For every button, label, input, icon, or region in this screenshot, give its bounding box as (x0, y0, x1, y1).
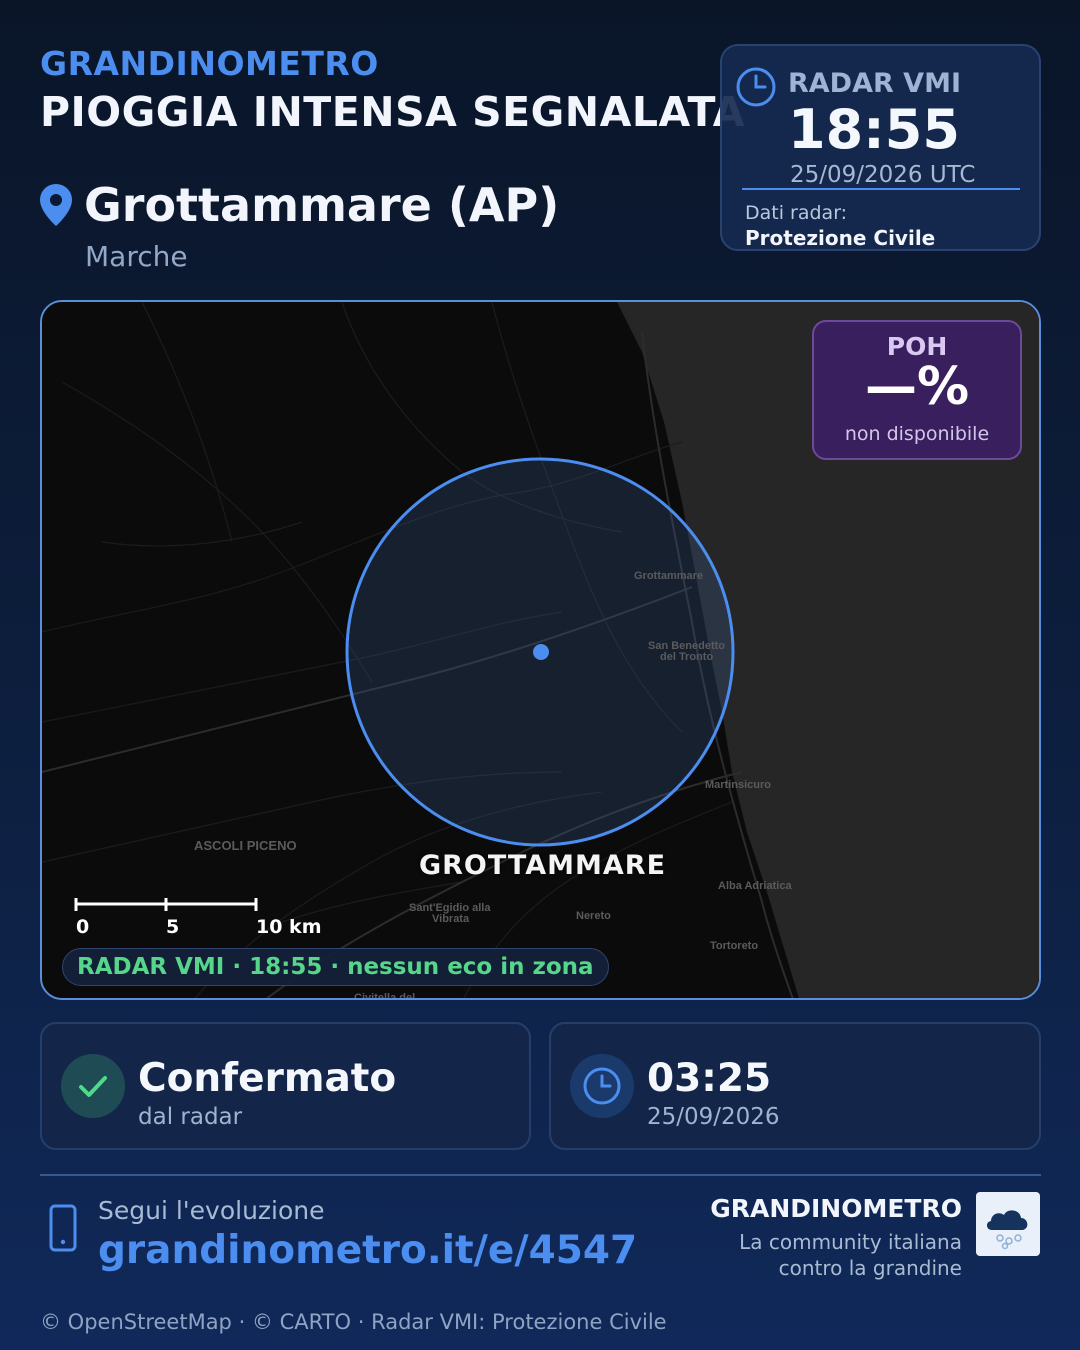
place-label: Martinsicuro (705, 779, 771, 791)
scale-label: 10 km (256, 916, 322, 938)
place-label: del Tronto (660, 651, 713, 663)
radar-map[interactable]: Grottammare San Benedetto del Tronto Mar… (40, 300, 1041, 1000)
place-label: Tortoreto (710, 940, 758, 952)
event-link[interactable]: grandinometro.it/e/4547 (98, 1228, 637, 1273)
clock-icon (736, 67, 776, 107)
phone-icon (49, 1204, 77, 1252)
poh-status: non disponibile (844, 423, 990, 445)
footer-brand: GRANDINOMETRO (710, 1194, 962, 1223)
event-time-card: 03:25 25/09/2026 (549, 1022, 1041, 1150)
place-label: Civitella del (354, 992, 415, 1000)
place-label: Grottammare (634, 570, 703, 582)
map-pin-icon (40, 184, 72, 226)
confirmed-card: Confermato dal radar (40, 1022, 531, 1150)
scale-bar: 0 5 10 km (74, 898, 334, 948)
confirmed-title: Confermato (138, 1056, 397, 1101)
radar-divider (742, 188, 1020, 190)
tagline-line: contro la grandine (778, 1256, 962, 1280)
radar-status-pill: RADAR VMI · 18:55 · nessun eco in zona (62, 948, 609, 986)
zone-label: GROTTAMMARE (418, 850, 667, 881)
radar-label: RADAR VMI (788, 68, 961, 99)
hail-cloud-icon (976, 1192, 1040, 1256)
map-credits: © OpenStreetMap · © CARTO · Radar VMI: P… (40, 1310, 667, 1334)
brand-title: GRANDINOMETRO (40, 44, 379, 83)
footer-divider (40, 1174, 1041, 1176)
place-label: Alba Adriatica (718, 880, 792, 892)
check-icon (61, 1054, 125, 1118)
scale-label: 0 (76, 916, 90, 938)
poh-badge: POH —% non disponibile (812, 320, 1022, 460)
radar-source-label: Dati radar: (745, 202, 848, 224)
event-date: 25/09/2026 (647, 1104, 780, 1130)
radar-time-card: RADAR VMI 18:55 25/09/2026 UTC Dati rada… (720, 44, 1041, 251)
event-time: 03:25 (647, 1056, 772, 1101)
footer-tagline: La community italiana contro la grandine (662, 1229, 962, 1281)
radar-time: 18:55 (788, 98, 960, 161)
location-name: Grottammare (AP) (84, 178, 560, 232)
confirmed-subtitle: dal radar (138, 1104, 243, 1130)
region-name: Marche (85, 240, 188, 273)
center-marker (533, 644, 549, 660)
tagline-line: La community italiana (739, 1230, 962, 1254)
poh-value: —% (864, 357, 970, 417)
place-label: Nereto (576, 910, 611, 922)
radar-source-name: Protezione Civile (745, 226, 936, 250)
location: Grottammare (AP) (38, 178, 559, 232)
headline: PIOGGIA INTENSA SEGNALATA (40, 88, 746, 136)
clock-icon (570, 1054, 634, 1118)
place-label: Vibrata (432, 913, 470, 925)
scale-label: 5 (166, 916, 180, 938)
follow-text: Segui l'evoluzione (98, 1196, 325, 1225)
radar-date: 25/09/2026 UTC (790, 162, 976, 188)
